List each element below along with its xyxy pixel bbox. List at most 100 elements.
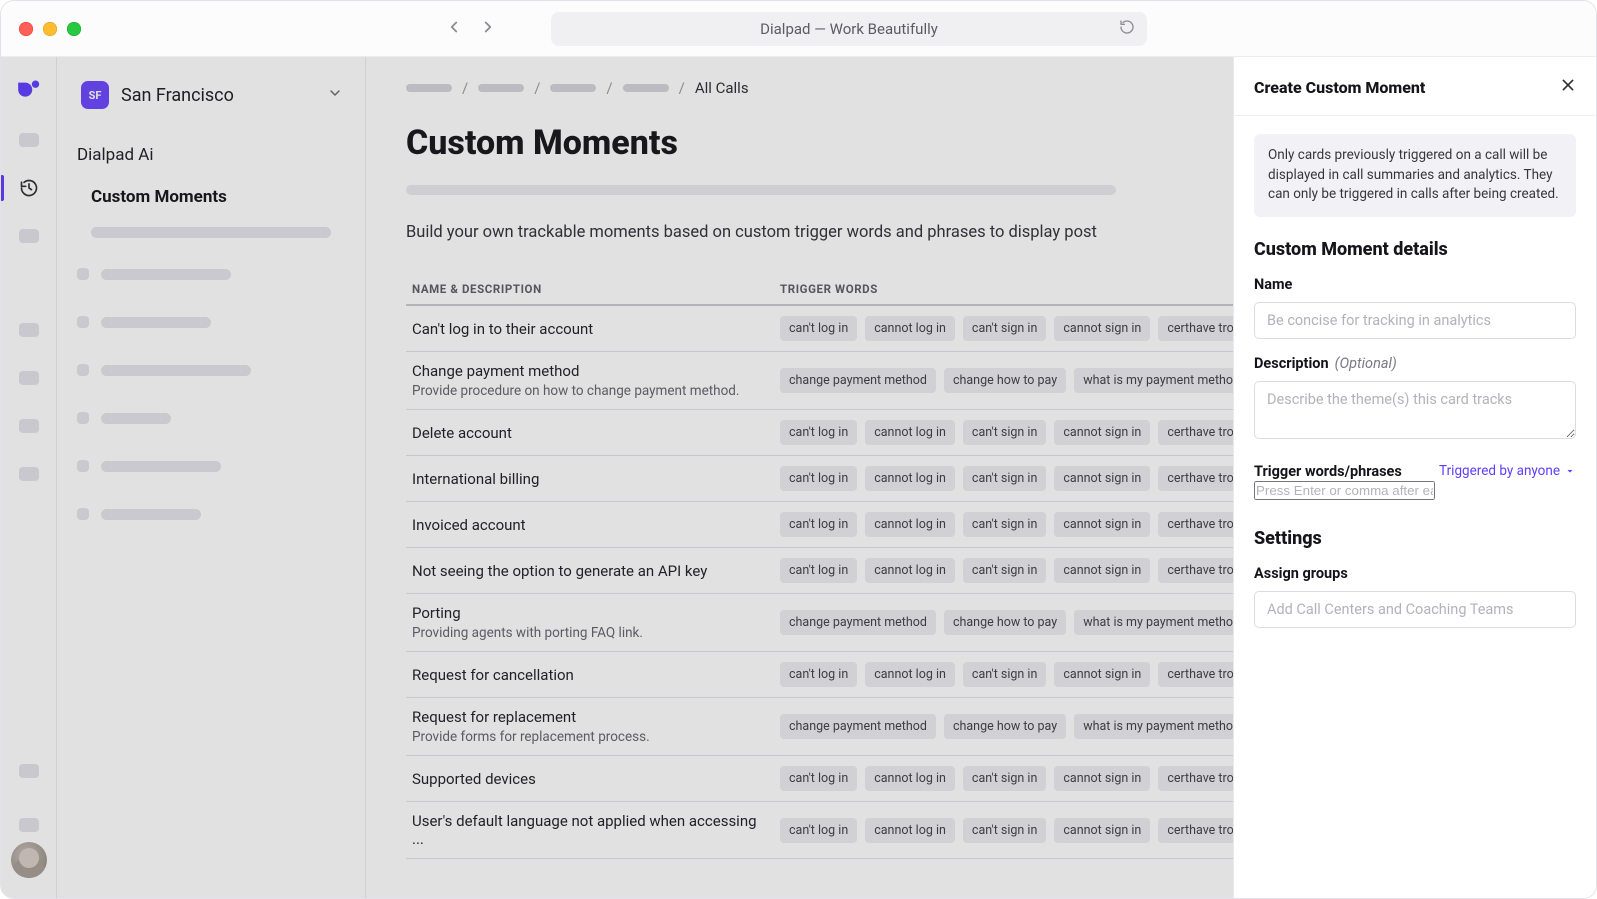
address-bar-title: Dialpad — Work Beautifully (760, 20, 938, 38)
rail-placeholder-icon (19, 323, 39, 337)
trigger-word-tag: can't log in (780, 466, 857, 491)
sidebar-placeholder (77, 316, 89, 328)
sidebar: SF San Francisco Dialpad Ai Custom Momen… (57, 57, 366, 898)
trigger-word-tag: cannot log in (865, 512, 955, 537)
trigger-word-tag: cannot sign in (1054, 662, 1150, 687)
rail-placeholder-icon (19, 818, 39, 832)
trigger-word-tag: cannot log in (865, 662, 955, 687)
window-titlebar: Dialpad — Work Beautifully (1, 1, 1596, 57)
user-avatar[interactable] (11, 842, 47, 878)
trigger-word-tag: can't sign in (963, 766, 1046, 791)
drawer-section-details: Custom Moment details (1254, 239, 1576, 260)
window-minimize-button[interactable] (43, 22, 57, 36)
rail-placeholder-icon (19, 229, 39, 243)
sidebar-placeholder (77, 508, 89, 520)
moment-name: Invoiced account (412, 516, 766, 534)
rail-placeholder-icon (19, 371, 39, 385)
trigger-word-tag: cannot log in (865, 818, 955, 843)
breadcrumb-placeholder (478, 84, 524, 92)
moment-name: Supported devices (412, 770, 766, 788)
icon-rail (1, 57, 57, 898)
breadcrumb-placeholder (623, 84, 669, 92)
address-bar[interactable]: Dialpad — Work Beautifully (551, 12, 1147, 46)
trigger-word-tag: can't sign in (963, 466, 1046, 491)
reload-button[interactable] (1119, 19, 1135, 39)
app-logo-icon[interactable] (16, 75, 42, 105)
triggered-by-dropdown[interactable]: Triggered by anyone (1439, 463, 1576, 479)
moment-name: Delete account (412, 424, 766, 442)
rail-placeholder-icon (19, 764, 39, 778)
trigger-word-tag: can't log in (780, 662, 857, 687)
trigger-word-tag: can't log in (780, 420, 857, 445)
assign-groups-input[interactable] (1254, 591, 1576, 628)
drawer-info-box: Only cards previously triggered on a cal… (1254, 134, 1576, 217)
sidebar-placeholder (77, 268, 89, 280)
trigger-word-tag: cannot log in (865, 558, 955, 583)
moment-name: Change payment method (412, 362, 766, 380)
trigger-word-tag: change how to pay (944, 714, 1066, 739)
moment-description: Provide procedure on how to change payme… (412, 383, 766, 399)
trigger-word-tag: can't log in (780, 818, 857, 843)
sidebar-placeholder (101, 461, 221, 472)
trigger-word-tag: can't sign in (963, 316, 1046, 341)
sidebar-section-title[interactable]: Dialpad Ai (75, 145, 349, 165)
rail-history-tab[interactable] (16, 175, 42, 201)
description-field-label: Description (1254, 355, 1329, 372)
trigger-word-tag: can't sign in (963, 818, 1046, 843)
create-moment-drawer: Create Custom Moment Only cards previous… (1233, 57, 1596, 898)
org-name: San Francisco (121, 85, 234, 106)
nav-back-button[interactable] (445, 18, 463, 40)
trigger-words-label: Trigger words/phrases (1254, 463, 1402, 480)
rail-placeholder-icon (19, 467, 39, 481)
moment-name: Not seeing the option to generate an API… (412, 562, 766, 580)
trigger-word-tag: what is my payment method (1074, 610, 1249, 635)
org-switcher[interactable]: SF San Francisco (75, 75, 349, 115)
trigger-word-tag: cannot sign in (1054, 316, 1150, 341)
sidebar-placeholder (101, 365, 251, 376)
trigger-word-tag: can't log in (780, 512, 857, 537)
sidebar-item-custom-moments[interactable]: Custom Moments (91, 187, 349, 207)
sidebar-placeholder (101, 269, 231, 280)
sidebar-placeholder (77, 364, 89, 376)
window-controls (19, 22, 81, 36)
moment-name: Can't log in to their account (412, 320, 766, 338)
nav-forward-button[interactable] (479, 18, 497, 40)
trigger-word-tag: change how to pay (944, 368, 1066, 393)
trigger-word-tag: can't log in (780, 316, 857, 341)
moment-name: Request for cancellation (412, 666, 766, 684)
trigger-word-tag: can't sign in (963, 512, 1046, 537)
trigger-word-tag: change payment method (780, 714, 936, 739)
window-close-button[interactable] (19, 22, 33, 36)
description-textarea[interactable] (1254, 381, 1576, 439)
sidebar-placeholder (101, 413, 171, 424)
trigger-word-tag: cannot sign in (1054, 818, 1150, 843)
breadcrumb-current: All Calls (695, 79, 749, 97)
trigger-words-input[interactable] (1254, 481, 1435, 500)
moment-description: Providing agents with porting FAQ link. (412, 625, 766, 641)
name-field-label: Name (1254, 276, 1576, 293)
trigger-word-tag: cannot sign in (1054, 766, 1150, 791)
trigger-word-tag: can't log in (780, 766, 857, 791)
triggered-by-label: Triggered by anyone (1439, 463, 1560, 479)
trigger-word-tag: cannot log in (865, 766, 955, 791)
breadcrumb-placeholder (550, 84, 596, 92)
column-header-name: NAME & DESCRIPTION (412, 282, 780, 296)
drawer-close-button[interactable] (1560, 77, 1576, 97)
rail-placeholder-icon (19, 133, 39, 147)
trigger-word-tag: what is my payment method (1074, 368, 1249, 393)
trigger-word-tag: cannot log in (865, 420, 955, 445)
trigger-word-tag: change payment method (780, 610, 936, 635)
breadcrumb-placeholder (406, 84, 452, 92)
window-maximize-button[interactable] (67, 22, 81, 36)
assign-groups-label: Assign groups (1254, 565, 1576, 582)
trigger-word-tag: can't sign in (963, 662, 1046, 687)
trigger-word-tag: cannot sign in (1054, 466, 1150, 491)
drawer-section-settings: Settings (1254, 528, 1576, 549)
trigger-word-tag: change how to pay (944, 610, 1066, 635)
trigger-word-tag: can't sign in (963, 558, 1046, 583)
description-optional-hint: (Optional) (1335, 355, 1397, 372)
moment-name: User's default language not applied when… (412, 812, 766, 848)
moment-name: International billing (412, 470, 766, 488)
name-input[interactable] (1254, 302, 1576, 339)
sidebar-placeholder (77, 460, 89, 472)
